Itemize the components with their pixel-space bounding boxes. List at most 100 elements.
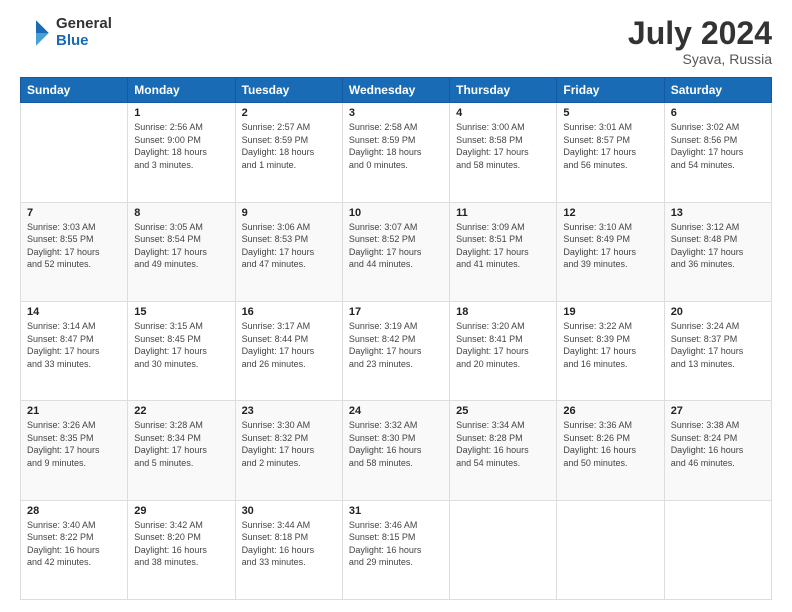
day-info: Sunrise: 3:38 AM Sunset: 8:24 PM Dayligh… (671, 419, 765, 469)
calendar-cell (664, 500, 771, 599)
day-info: Sunrise: 3:03 AM Sunset: 8:55 PM Dayligh… (27, 221, 121, 271)
calendar-cell: 2 Sunrise: 2:57 AM Sunset: 8:59 PM Daylig… (235, 103, 342, 202)
day-number: 15 (134, 306, 228, 318)
calendar-cell: 19 Sunrise: 3:22 AM Sunset: 8:39 PM Dayli… (557, 301, 664, 400)
calendar-cell: 31 Sunrise: 3:46 AM Sunset: 8:15 PM Dayli… (342, 500, 449, 599)
day-info: Sunrise: 3:12 AM Sunset: 8:48 PM Dayligh… (671, 221, 765, 271)
day-number: 10 (349, 207, 443, 219)
calendar-header-row: SundayMondayTuesdayWednesdayThursdayFrid… (21, 78, 772, 103)
day-info: Sunrise: 3:06 AM Sunset: 8:53 PM Dayligh… (242, 221, 336, 271)
day-info: Sunrise: 3:00 AM Sunset: 8:58 PM Dayligh… (456, 121, 550, 171)
day-info: Sunrise: 3:34 AM Sunset: 8:28 PM Dayligh… (456, 419, 550, 469)
calendar-cell: 4Sunrise: 3:00 AM Sunset: 8:58 PM Daylig… (450, 103, 557, 202)
calendar-cell: 29Sunrise: 3:42 AM Sunset: 8:20 PM Dayli… (128, 500, 235, 599)
day-info: Sunrise: 3:07 AM Sunset: 8:52 PM Dayligh… (349, 221, 443, 271)
calendar-cell: 15 Sunrise: 3:15 AM Sunset: 8:45 PM Dayli… (128, 301, 235, 400)
calendar-cell: 3 Sunrise: 2:58 AM Sunset: 8:59 PM Daylig… (342, 103, 449, 202)
calendar-cell: 20 Sunrise: 3:24 AM Sunset: 8:37 PM Dayli… (664, 301, 771, 400)
day-info: Sunrise: 2:57 AM Sunset: 8:59 PM Dayligh… (242, 121, 336, 171)
calendar-cell: 27Sunrise: 3:38 AM Sunset: 8:24 PM Dayli… (664, 401, 771, 500)
calendar-cell: 1Sunrise: 2:56 AM Sunset: 9:00 PM Daylig… (128, 103, 235, 202)
calendar-cell: 7 Sunrise: 3:03 AM Sunset: 8:55 PM Daylig… (21, 202, 128, 301)
day-info: Sunrise: 3:17 AM Sunset: 8:44 PM Dayligh… (242, 320, 336, 370)
day-number: 9 (242, 207, 336, 219)
calendar-cell: 30Sunrise: 3:44 AM Sunset: 8:18 PM Dayli… (235, 500, 342, 599)
calendar-cell: 10 Sunrise: 3:07 AM Sunset: 8:52 PM Dayli… (342, 202, 449, 301)
day-number: 23 (242, 405, 336, 417)
logo: General Blue (20, 16, 112, 49)
calendar-cell: 12 Sunrise: 3:10 AM Sunset: 8:49 PM Dayli… (557, 202, 664, 301)
day-of-week-header: Friday (557, 78, 664, 103)
calendar-cell: 13 Sunrise: 3:12 AM Sunset: 8:48 PM Dayli… (664, 202, 771, 301)
title-block: July 2024 Syava, Russia (628, 16, 772, 67)
day-number: 28 (27, 505, 121, 517)
day-number: 26 (563, 405, 657, 417)
day-info: Sunrise: 3:22 AM Sunset: 8:39 PM Dayligh… (563, 320, 657, 370)
calendar-week-row: 21 Sunrise: 3:26 AM Sunset: 8:35 PM Dayli… (21, 401, 772, 500)
day-info: Sunrise: 3:32 AM Sunset: 8:30 PM Dayligh… (349, 419, 443, 469)
day-info: Sunrise: 3:36 AM Sunset: 8:26 PM Dayligh… (563, 419, 657, 469)
calendar-week-row: 14 Sunrise: 3:14 AM Sunset: 8:47 PM Dayli… (21, 301, 772, 400)
day-info: Sunrise: 3:10 AM Sunset: 8:49 PM Dayligh… (563, 221, 657, 271)
day-number: 30 (242, 505, 336, 517)
day-info: Sunrise: 3:15 AM Sunset: 8:45 PM Dayligh… (134, 320, 228, 370)
calendar-cell: 8 Sunrise: 3:05 AM Sunset: 8:54 PM Daylig… (128, 202, 235, 301)
calendar-cell: 21 Sunrise: 3:26 AM Sunset: 8:35 PM Dayli… (21, 401, 128, 500)
day-number: 21 (27, 405, 121, 417)
day-of-week-header: Saturday (664, 78, 771, 103)
day-info: Sunrise: 3:09 AM Sunset: 8:51 PM Dayligh… (456, 221, 550, 271)
day-info: Sunrise: 3:05 AM Sunset: 8:54 PM Dayligh… (134, 221, 228, 271)
day-number: 3 (349, 107, 443, 119)
day-info: Sunrise: 3:20 AM Sunset: 8:41 PM Dayligh… (456, 320, 550, 370)
logo-icon (20, 17, 52, 49)
day-number: 14 (27, 306, 121, 318)
day-info: Sunrise: 2:58 AM Sunset: 8:59 PM Dayligh… (349, 121, 443, 171)
day-number: 7 (27, 207, 121, 219)
subtitle: Syava, Russia (628, 51, 772, 67)
day-number: 5 (563, 107, 657, 119)
day-of-week-header: Wednesday (342, 78, 449, 103)
day-info: Sunrise: 3:19 AM Sunset: 8:42 PM Dayligh… (349, 320, 443, 370)
day-number: 20 (671, 306, 765, 318)
calendar-table: SundayMondayTuesdayWednesdayThursdayFrid… (20, 77, 772, 600)
calendar-week-row: 1Sunrise: 2:56 AM Sunset: 9:00 PM Daylig… (21, 103, 772, 202)
day-number: 13 (671, 207, 765, 219)
calendar-cell: 5 Sunrise: 3:01 AM Sunset: 8:57 PM Daylig… (557, 103, 664, 202)
day-info: Sunrise: 2:56 AM Sunset: 9:00 PM Dayligh… (134, 121, 228, 171)
day-info: Sunrise: 3:30 AM Sunset: 8:32 PM Dayligh… (242, 419, 336, 469)
day-number: 19 (563, 306, 657, 318)
day-number: 31 (349, 505, 443, 517)
day-number: 8 (134, 207, 228, 219)
day-number: 16 (242, 306, 336, 318)
calendar-cell: 16 Sunrise: 3:17 AM Sunset: 8:44 PM Dayli… (235, 301, 342, 400)
day-of-week-header: Thursday (450, 78, 557, 103)
calendar-cell (450, 500, 557, 599)
day-number: 2 (242, 107, 336, 119)
calendar-cell: 22Sunrise: 3:28 AM Sunset: 8:34 PM Dayli… (128, 401, 235, 500)
day-number: 18 (456, 306, 550, 318)
calendar-cell: 18 Sunrise: 3:20 AM Sunset: 8:41 PM Dayli… (450, 301, 557, 400)
calendar-cell (557, 500, 664, 599)
day-info: Sunrise: 3:46 AM Sunset: 8:15 PM Dayligh… (349, 519, 443, 569)
day-info: Sunrise: 3:14 AM Sunset: 8:47 PM Dayligh… (27, 320, 121, 370)
calendar-cell: 9 Sunrise: 3:06 AM Sunset: 8:53 PM Daylig… (235, 202, 342, 301)
day-of-week-header: Monday (128, 78, 235, 103)
day-info: Sunrise: 3:26 AM Sunset: 8:35 PM Dayligh… (27, 419, 121, 469)
day-number: 12 (563, 207, 657, 219)
calendar-cell: 28Sunrise: 3:40 AM Sunset: 8:22 PM Dayli… (21, 500, 128, 599)
calendar-week-row: 28Sunrise: 3:40 AM Sunset: 8:22 PM Dayli… (21, 500, 772, 599)
day-info: Sunrise: 3:01 AM Sunset: 8:57 PM Dayligh… (563, 121, 657, 171)
day-number: 25 (456, 405, 550, 417)
day-info: Sunrise: 3:28 AM Sunset: 8:34 PM Dayligh… (134, 419, 228, 469)
day-of-week-header: Tuesday (235, 78, 342, 103)
calendar-week-row: 7 Sunrise: 3:03 AM Sunset: 8:55 PM Daylig… (21, 202, 772, 301)
logo-text: General Blue (56, 16, 112, 49)
day-number: 29 (134, 505, 228, 517)
day-number: 17 (349, 306, 443, 318)
day-number: 6 (671, 107, 765, 119)
main-title: July 2024 (628, 16, 772, 51)
day-of-week-header: Sunday (21, 78, 128, 103)
day-number: 24 (349, 405, 443, 417)
day-info: Sunrise: 3:24 AM Sunset: 8:37 PM Dayligh… (671, 320, 765, 370)
calendar-cell (21, 103, 128, 202)
